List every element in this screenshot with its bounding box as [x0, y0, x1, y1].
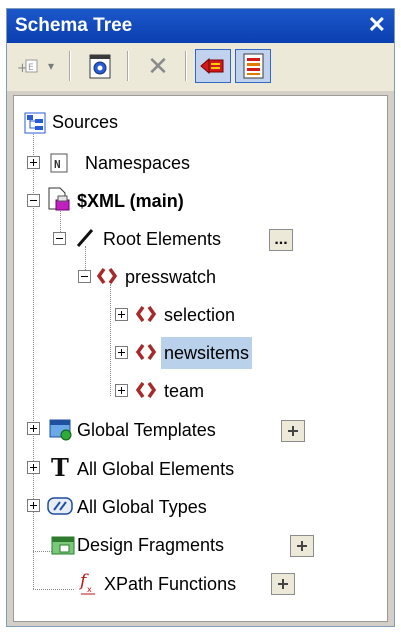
global-types-icon — [47, 497, 73, 515]
collapse-root-elements[interactable] — [53, 232, 66, 245]
sources-icon — [24, 112, 46, 134]
tree-node-global-templates[interactable]: Global Templates — [77, 419, 216, 441]
add-element-button[interactable]: + E — [13, 49, 43, 83]
element-icon — [96, 267, 118, 285]
tree-node-namespaces[interactable]: Namespaces — [85, 152, 190, 174]
add-dropdown-button[interactable]: ▾ — [43, 49, 59, 83]
root-elements-more-button[interactable]: ... — [269, 229, 293, 251]
delete-icon: ✕ — [147, 50, 169, 81]
add-global-template-button[interactable] — [281, 420, 305, 442]
expand-all-global-elements[interactable] — [27, 461, 40, 474]
toolbar-separator — [185, 51, 187, 81]
toolbar: + E ▾ ✕ — [7, 43, 394, 91]
tree-node-selection[interactable]: selection — [164, 304, 235, 326]
tree-node-sources[interactable]: Sources — [52, 111, 118, 133]
tree-node-all-global-elements[interactable]: All Global Elements — [77, 458, 234, 480]
expand-selection[interactable] — [115, 308, 128, 321]
expand-namespaces[interactable] — [27, 156, 40, 169]
tree-line — [33, 589, 74, 590]
toggle-list-icon — [243, 53, 264, 79]
tree-node-xpath-functions[interactable]: XPath Functions — [104, 573, 236, 595]
toggle-button-2[interactable] — [235, 49, 271, 83]
collapse-xml-main[interactable] — [27, 194, 40, 207]
close-icon[interactable]: ✕ — [368, 12, 386, 38]
tree-node-all-global-types[interactable]: All Global Types — [77, 496, 207, 518]
collapse-presswatch[interactable] — [78, 270, 91, 283]
svg-text:E: E — [28, 63, 34, 73]
expand-team[interactable] — [115, 384, 128, 397]
expand-newsitems[interactable] — [115, 346, 128, 359]
schema-tree: Sources N Namespaces $XML (main) Root El… — [13, 95, 388, 622]
tree-node-xml-main[interactable]: $XML (main) — [77, 190, 184, 212]
expand-all-global-types[interactable] — [27, 499, 40, 512]
tree-node-root-elements[interactable]: Root Elements — [103, 228, 221, 250]
svg-text:T: T — [51, 454, 69, 480]
tree-node-design-fragments[interactable]: Design Fragments — [77, 534, 224, 556]
element-icon — [135, 381, 157, 399]
root-slash-icon — [76, 229, 94, 247]
open-schema-icon — [89, 54, 111, 79]
xml-document-icon — [48, 187, 70, 211]
tree-line — [110, 284, 111, 396]
namespaces-icon: N — [50, 153, 68, 173]
toolbar-separator — [127, 51, 129, 81]
toolbar-separator — [69, 51, 71, 81]
tree-node-newsitems[interactable]: newsitems — [161, 337, 253, 369]
panel-title: Schema Tree — [15, 15, 133, 36]
open-schema-button[interactable] — [83, 49, 117, 83]
toggle-left-icon — [200, 57, 224, 75]
toggle-button-1[interactable] — [195, 49, 231, 83]
tree-node-team[interactable]: team — [164, 380, 204, 402]
svg-text:x: x — [87, 585, 92, 594]
add-xpath-function-button[interactable] — [271, 573, 295, 595]
design-fragments-icon — [51, 536, 75, 555]
schema-tree-panel: Schema Tree ✕ + E ▾ ✕ Sources N Namespac… — [6, 8, 395, 627]
xpath-function-icon: f x — [78, 571, 95, 595]
element-icon — [135, 305, 157, 323]
global-templates-icon — [49, 419, 72, 441]
add-element-icon: + E — [17, 59, 38, 76]
svg-text:N: N — [54, 158, 61, 171]
panel-titlebar: Schema Tree ✕ — [7, 9, 394, 43]
dropdown-arrow-icon: ▾ — [47, 59, 55, 73]
element-icon — [135, 343, 157, 361]
global-elements-t-icon: T — [51, 454, 69, 480]
delete-button[interactable]: ✕ — [141, 49, 175, 83]
tree-node-presswatch[interactable]: presswatch — [125, 266, 216, 288]
expand-global-templates[interactable] — [27, 422, 40, 435]
add-design-fragment-button[interactable] — [290, 535, 314, 557]
